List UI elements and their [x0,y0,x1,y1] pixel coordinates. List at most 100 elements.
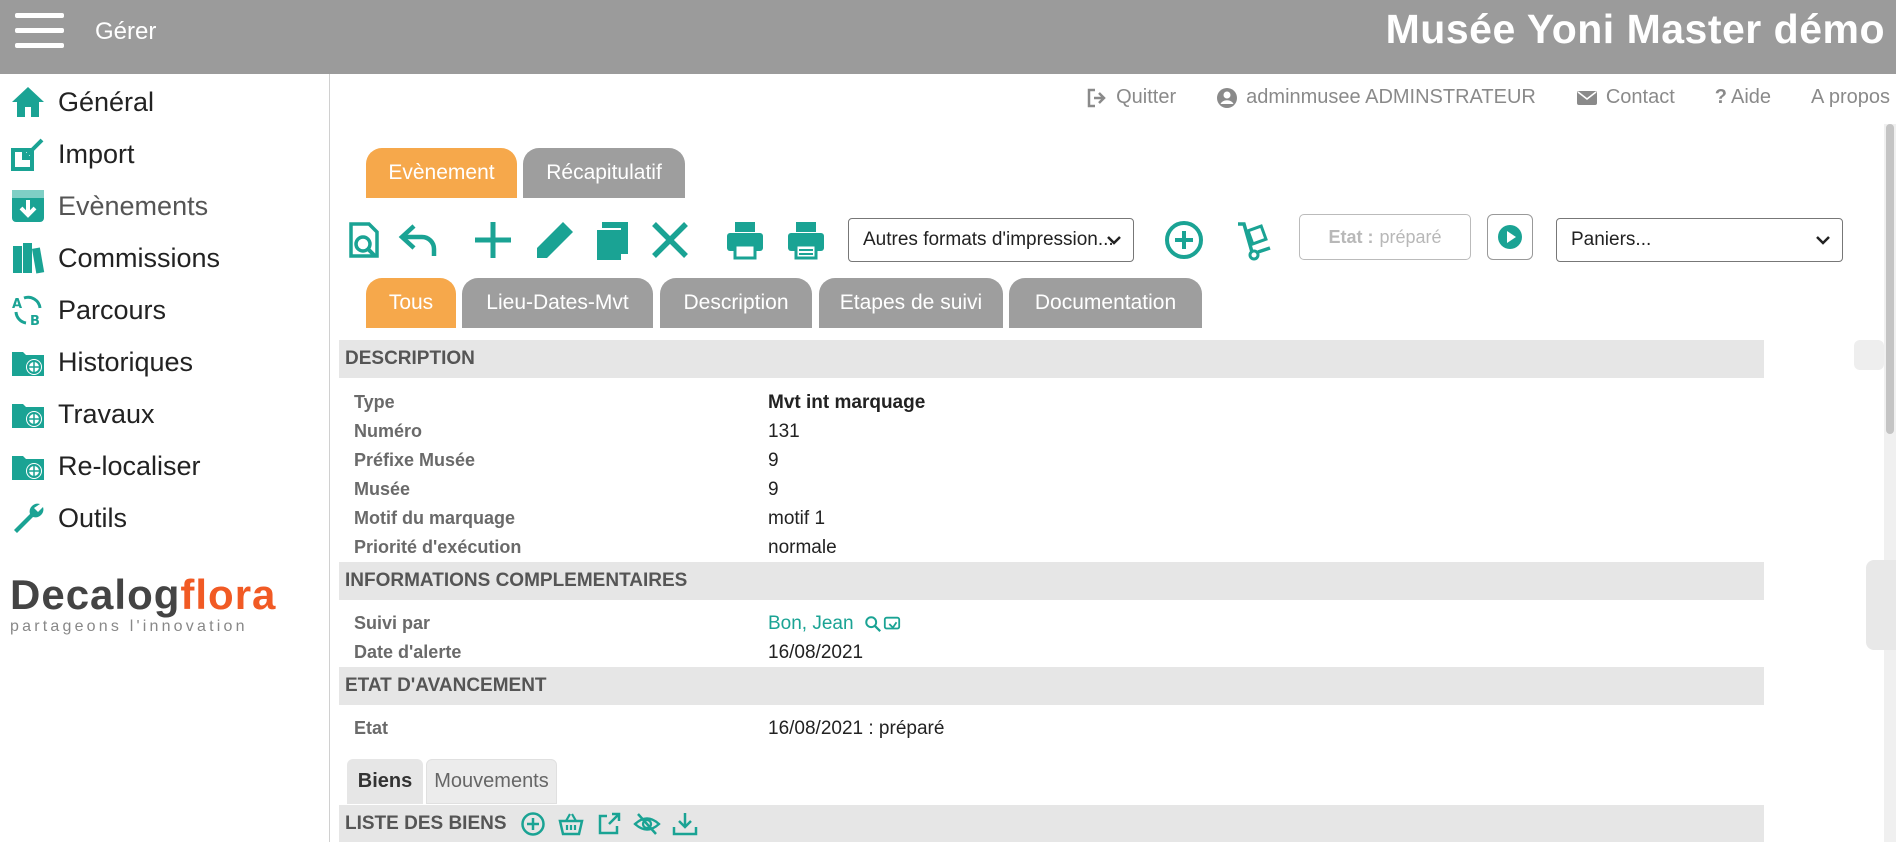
sidebar-item-commissions[interactable]: Commissions [10,236,320,280]
tab-biens[interactable]: Biens [347,759,423,804]
home-icon [12,87,44,117]
printer-icon [727,222,763,260]
menu-icon[interactable] [15,13,64,49]
side-drawer-handle[interactable] [1866,560,1896,650]
sidebar-item-relocaliser[interactable]: Re-localiser [10,444,320,488]
tab-evenement[interactable]: Evènement [366,148,517,198]
sidebar-item-label: Evènements [58,190,209,221]
scrollbar-thumb[interactable] [1886,124,1894,434]
download-box-icon [12,190,44,222]
recycle-icon: AB [12,295,42,328]
field-row: Type Mvt int marquage [354,391,926,413]
sidebar-item-label: Général [58,86,155,117]
hand-truck-button[interactable] [1232,218,1276,262]
chevron-down-icon [1816,236,1830,245]
chevron-down-icon [1107,236,1121,245]
basket-icon[interactable] [557,810,585,838]
user-circle-icon [1217,87,1238,108]
field-row: Motif du marquage motif 1 [354,507,826,529]
vertical-scrollbar[interactable] [1884,124,1896,842]
preview-button[interactable] [343,218,387,262]
top-bar: Gérer Musée Yoni Master démo [0,0,1896,74]
close-icon [652,222,688,258]
sidebar-item-historiques[interactable]: Historiques [10,340,320,384]
open-record-icon[interactable] [882,615,902,633]
sidebar-item-outils[interactable]: Outils [10,496,320,540]
import-icon [11,138,44,171]
wrench-icon [14,503,44,533]
add-button[interactable] [471,218,515,262]
tab-description[interactable]: Description [660,278,812,328]
sidebar-item-import[interactable]: Import [10,132,320,176]
plus-circle-icon[interactable] [519,810,547,838]
followed-by-link[interactable]: Bon, Jean [768,613,902,635]
pencil-icon [537,222,573,258]
duplicate-button[interactable] [590,218,634,262]
sidebar: Général Import Evènements Commissions AB… [0,74,330,842]
sidebar-item-events[interactable]: Evènements [10,184,320,228]
undo-icon [398,224,437,256]
hand-truck-icon [1238,222,1271,261]
section-description-header: DESCRIPTION [339,340,1764,378]
svg-text:B: B [30,314,40,328]
tab-mouvements[interactable]: Mouvements [426,759,557,804]
field-row: Suivi par Bon, Jean [354,609,1754,638]
document-search-icon [349,222,379,258]
tab-lieu-dates-mvt[interactable]: Lieu-Dates-Mvt [462,278,653,328]
copy-icon [595,222,628,260]
manage-label[interactable]: Gérer [95,18,156,46]
print-list-button[interactable] [784,218,828,262]
sidebar-item-label: Historiques [58,346,194,377]
section-complementary-header: INFORMATIONS COMPLEMENTAIRES [339,562,1764,600]
edit-button[interactable] [533,218,577,262]
plus-icon [475,222,511,258]
sidebar-item-label: Re-localiser [58,450,201,481]
sidebar-item-general[interactable]: Général [10,80,320,124]
app-title: Musée Yoni Master démo [1385,6,1885,52]
sidebar-item-label: Import [58,138,135,169]
add-circle-button[interactable] [1162,218,1206,262]
sign-out-icon [1087,88,1106,107]
print-formats-select[interactable]: Autres formats d'impression... [848,218,1134,262]
quit-link[interactable]: Quitter [1086,86,1176,109]
contact-link[interactable]: Contact [1576,86,1675,109]
print-button[interactable] [723,218,767,262]
sidebar-item-label: Commissions [58,242,221,273]
side-panel-toggle[interactable] [1854,340,1884,370]
help-link[interactable]: ? Aide [1715,86,1771,109]
play-circle-icon [1498,225,1522,249]
field-row: Priorité d'exécution normale [354,536,837,558]
tab-etapes-de-suivi[interactable]: Etapes de suivi [819,278,1003,328]
question-icon: ? [1714,86,1728,108]
external-link-icon[interactable] [595,810,623,838]
tab-tous[interactable]: Tous [366,278,456,328]
baskets-select[interactable]: Paniers... [1556,218,1843,262]
sidebar-item-travaux[interactable]: Travaux [10,392,320,436]
eye-slash-icon[interactable] [632,810,661,838]
sidebar-item-label: Travaux [58,398,155,429]
field-row: Préfixe Musée 9 [354,449,779,471]
folder-globe-icon [12,404,44,428]
folder-globe-icon [12,352,44,376]
utility-links: Quitter adminmusee ADMINSTRATEUR Contact… [1046,86,1890,109]
search-icon[interactable] [864,615,882,633]
decalog-flora-logo: Decalogflora partageons l'innovation [10,571,277,636]
sidebar-item-parcours[interactable]: AB Parcours [10,288,320,332]
about-link[interactable]: A propos [1811,86,1890,109]
section-progress-header: ETAT D'AVANCEMENT [339,667,1764,705]
delete-button[interactable] [648,218,692,262]
tab-recapitulatif[interactable]: Récapitulatif [523,148,685,198]
user-link[interactable]: adminmusee ADMINSTRATEUR [1216,86,1536,109]
field-row: Date d'alerte 16/08/2021 [354,641,864,663]
field-row: Etat 16/08/2021 : préparé [354,717,945,739]
tab-documentation[interactable]: Documentation [1009,278,1202,328]
svg-text:A: A [12,297,22,312]
download-tray-icon[interactable] [671,810,699,838]
list-title: LISTE DES BIENS [345,812,507,834]
books-icon [13,243,45,274]
status-field: Etat : préparé [1299,214,1471,260]
workflow-button[interactable] [1487,214,1533,260]
list-header: LISTE DES BIENS [339,805,1764,842]
undo-button[interactable] [396,218,440,262]
field-row: Numéro 131 [354,420,800,442]
